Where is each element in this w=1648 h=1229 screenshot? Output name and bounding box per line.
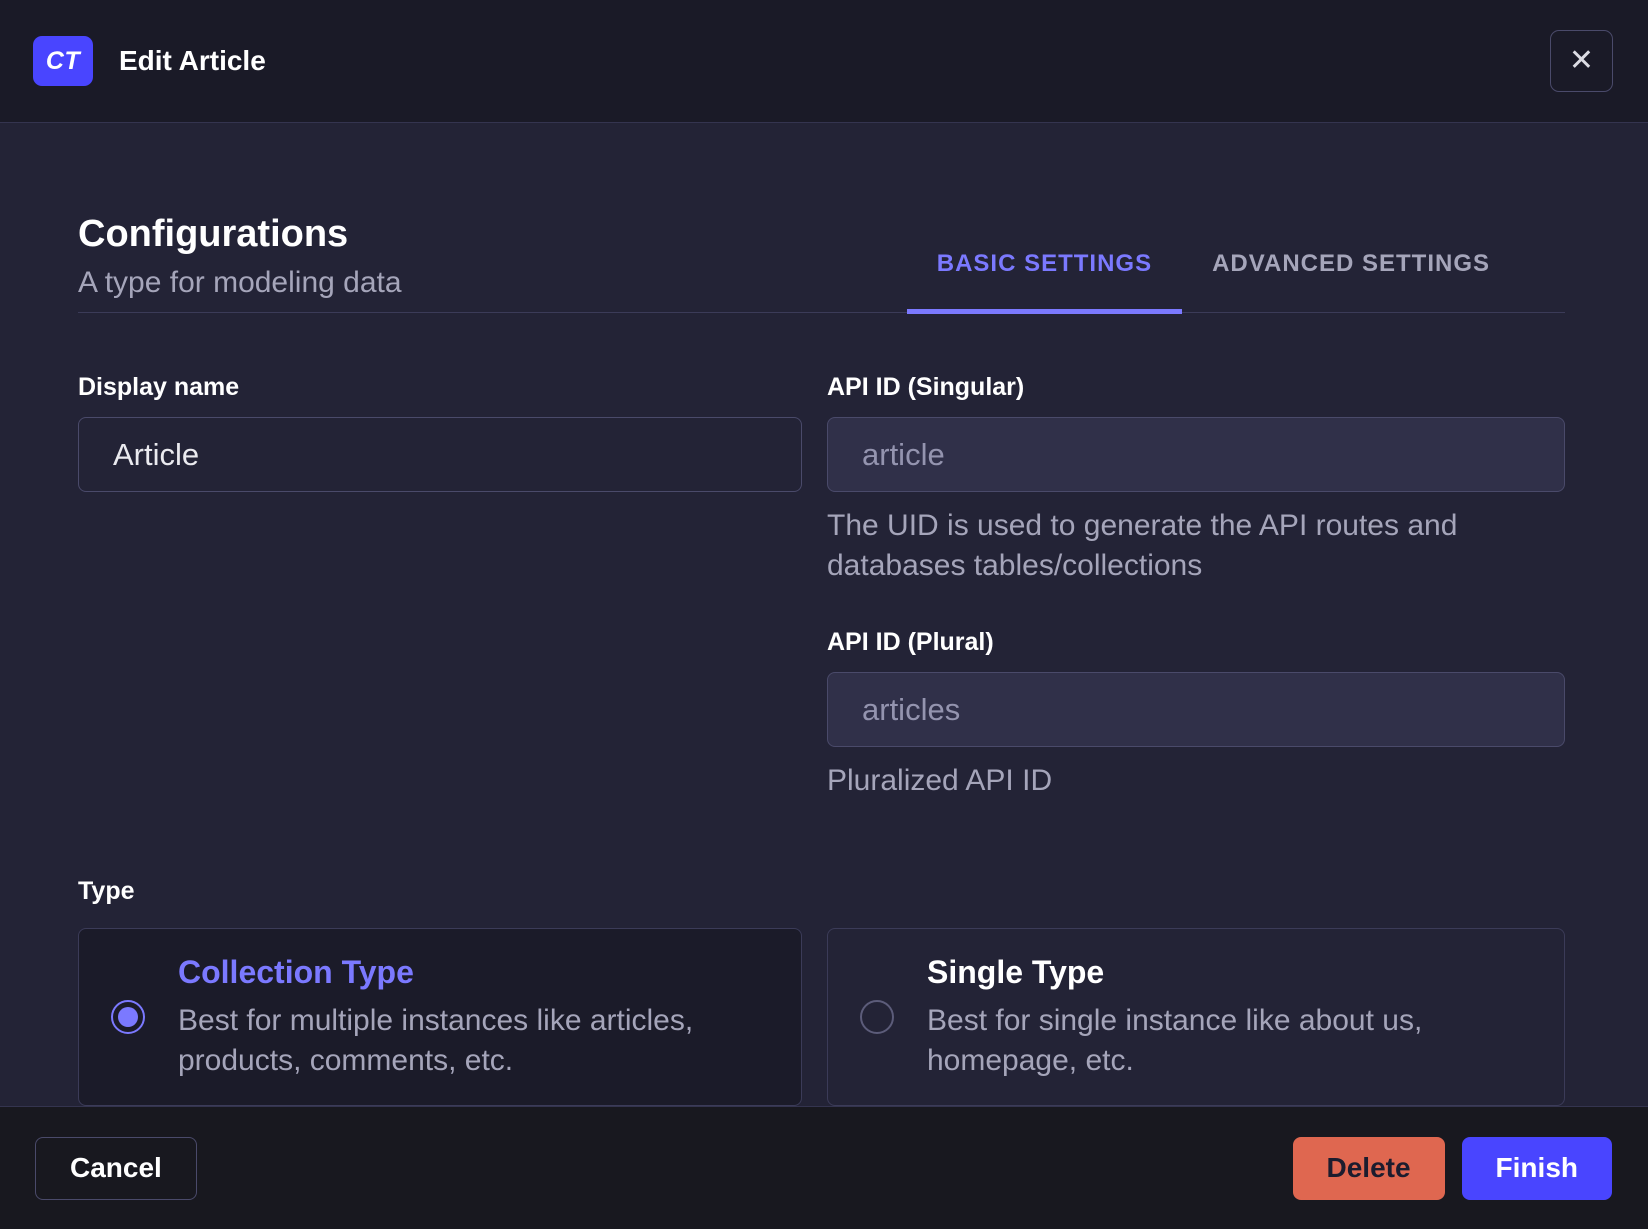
close-button[interactable]: ✕ <box>1550 30 1613 92</box>
form-grid: Display name API ID (Singular) The UID i… <box>78 373 1565 801</box>
modal-header-left: CT Edit Article <box>33 36 266 86</box>
type-option-single[interactable]: Single Type Best for single instance lik… <box>827 928 1565 1106</box>
api-id-singular-field: API ID (Singular) The UID is used to gen… <box>827 373 1565 586</box>
modal-footer: Cancel Delete Finish <box>0 1106 1648 1229</box>
modal-header: CT Edit Article ✕ <box>0 0 1648 123</box>
page-subtitle: A type for modeling data <box>78 266 402 299</box>
cancel-button[interactable]: Cancel <box>35 1136 197 1200</box>
tab-advanced-settings[interactable]: ADVANCED SETTINGS <box>1182 250 1520 312</box>
section-header: Configurations A type for modeling data … <box>78 213 1565 314</box>
footer-actions: Delete Finish <box>1292 1136 1612 1200</box>
radio-unselected-icon[interactable] <box>860 1000 894 1034</box>
section-titles: Configurations A type for modeling data <box>78 213 402 312</box>
modal-title: Edit Article <box>119 45 266 76</box>
collection-type-text: Collection Type Best for multiple instan… <box>178 954 769 1081</box>
api-id-plural-help: Pluralized API ID <box>827 764 1053 797</box>
settings-tabs: BASIC SETTINGS ADVANCED SETTINGS <box>906 250 1565 314</box>
delete-button[interactable]: Delete <box>1292 1136 1445 1200</box>
close-icon: ✕ <box>1568 44 1595 77</box>
display-name-label: Display name <box>78 373 240 401</box>
page-title: Configurations <box>78 213 349 255</box>
edit-content-type-modal: CT Edit Article ✕ Configurations A type … <box>0 0 1648 1229</box>
single-type-title: Single Type <box>927 953 1105 990</box>
display-name-field: Display name <box>78 373 802 492</box>
api-id-plural-field: API ID (Plural) Pluralized API ID <box>827 628 1565 801</box>
type-section: Type Collection Type Best for multiple i… <box>78 877 1565 1106</box>
api-id-singular-help: The UID is used to generate the API rout… <box>827 509 1458 582</box>
single-type-description: Best for single instance like about us, … <box>927 1003 1423 1077</box>
radio-selected-icon[interactable] <box>111 1000 145 1034</box>
type-cards: Collection Type Best for multiple instan… <box>78 928 1565 1106</box>
api-id-singular-label: API ID (Singular) <box>827 373 1025 401</box>
api-id-plural-label: API ID (Plural) <box>827 628 994 656</box>
type-option-collection[interactable]: Collection Type Best for multiple instan… <box>78 928 802 1106</box>
collection-type-title: Collection Type <box>178 953 414 990</box>
api-id-singular-input[interactable] <box>827 417 1565 492</box>
api-id-plural-input[interactable] <box>827 672 1565 747</box>
modal-body: Configurations A type for modeling data … <box>0 123 1648 1106</box>
display-name-input[interactable] <box>78 417 802 492</box>
form-column-left: Display name <box>78 373 802 801</box>
type-label: Type <box>78 877 135 905</box>
single-type-text: Single Type Best for single instance lik… <box>927 954 1532 1081</box>
collection-type-description: Best for multiple instances like article… <box>178 1003 694 1077</box>
content-type-badge-icon: CT <box>33 36 93 86</box>
tab-basic-settings[interactable]: BASIC SETTINGS <box>906 250 1183 314</box>
form-column-right: API ID (Singular) The UID is used to gen… <box>827 373 1565 801</box>
finish-button[interactable]: Finish <box>1461 1136 1612 1200</box>
